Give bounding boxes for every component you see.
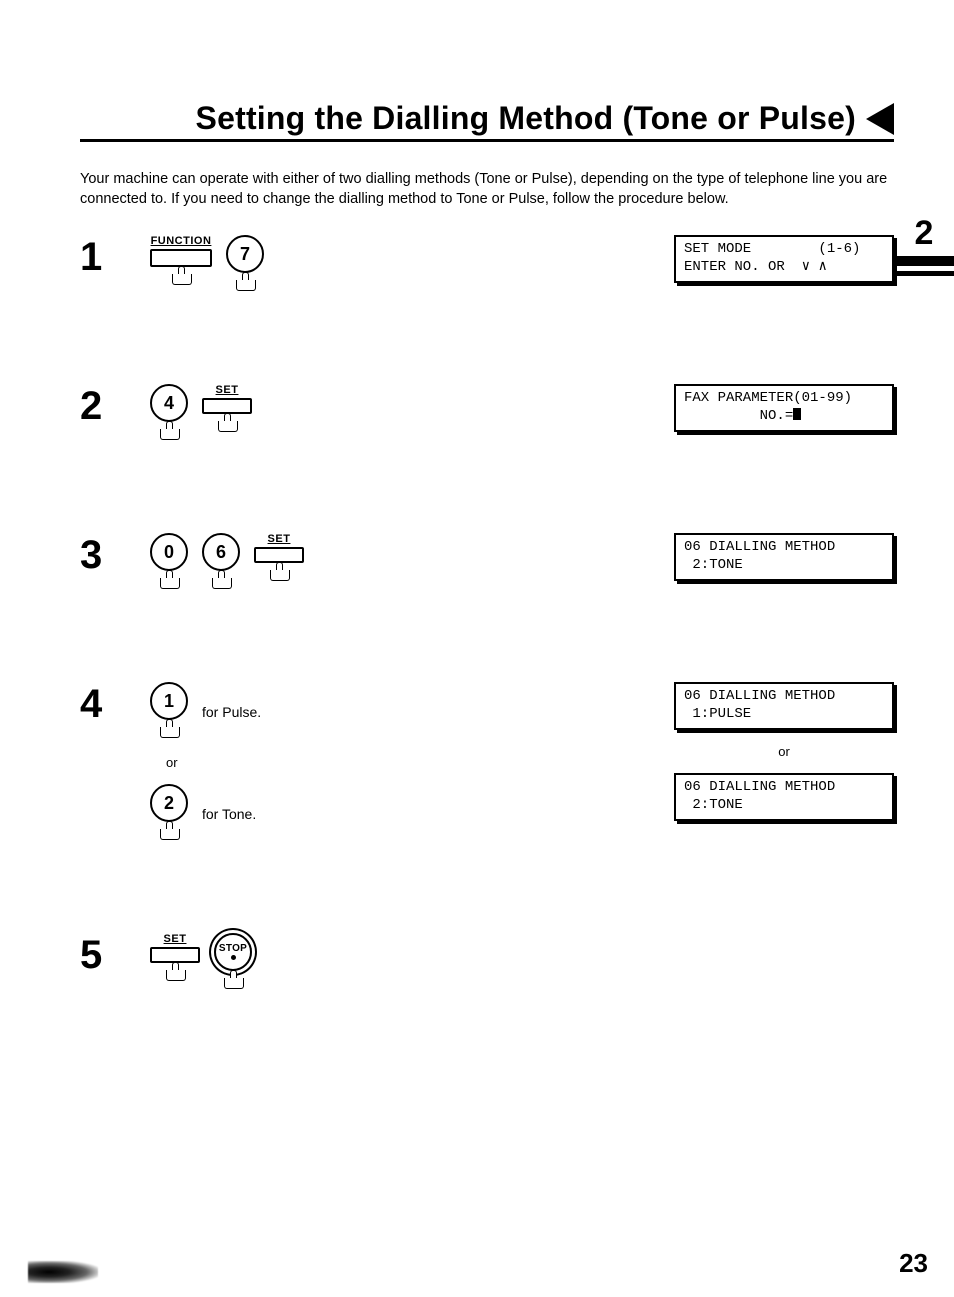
lcd-line: NO.= xyxy=(684,408,793,424)
press-icon xyxy=(169,270,193,288)
keypad-digit: 2 xyxy=(150,784,188,822)
step-4: 4 1 for Pulse. or 2 for Tone. xyxy=(80,682,894,843)
keypad-digit: 1 xyxy=(150,682,188,720)
keypad-digit: 7 xyxy=(226,235,264,273)
press-icon xyxy=(157,574,181,592)
option-label-tone: for Tone. xyxy=(202,806,256,822)
keypad-0: 0 xyxy=(150,533,188,592)
chapter-number: 2 xyxy=(894,216,954,250)
lcd-line: 1:PULSE xyxy=(684,706,751,722)
set-button: SET xyxy=(202,384,252,435)
set-button: SET xyxy=(254,533,304,584)
set-button: SET xyxy=(150,933,200,984)
set-button-label: SET xyxy=(268,533,291,545)
lcd-line: 06 DIALLING METHOD xyxy=(684,688,835,704)
step-number: 4 xyxy=(80,682,150,724)
step-number: 5 xyxy=(80,933,150,975)
press-icon xyxy=(215,417,239,435)
page-number: 23 xyxy=(899,1248,928,1279)
press-icon xyxy=(157,723,181,741)
press-icon xyxy=(267,566,291,584)
set-button-label: SET xyxy=(164,933,187,945)
keypad-7: 7 xyxy=(226,235,264,294)
stop-button-label: STOP xyxy=(219,944,247,954)
cursor-icon xyxy=(793,408,801,420)
option-label-pulse: for Pulse. xyxy=(202,704,261,720)
or-label: or xyxy=(674,744,894,759)
title-bar: Setting the Dialling Method (Tone or Pul… xyxy=(80,100,894,142)
press-icon xyxy=(233,276,257,294)
lcd-line: 06 DIALLING METHOD xyxy=(684,539,835,555)
lcd-line: 2:TONE xyxy=(684,797,743,813)
stop-dot-icon xyxy=(231,955,236,960)
chapter-tab: 2 xyxy=(894,216,954,276)
lcd-line: 06 DIALLING METHOD xyxy=(684,779,835,795)
lcd-display: 06 DIALLING METHOD 1:PULSE xyxy=(674,682,894,730)
step-5: 5 SET STOP xyxy=(80,933,894,992)
keypad-digit: 6 xyxy=(202,533,240,571)
keypad-1: 1 xyxy=(150,682,188,741)
keypad-digit: 0 xyxy=(150,533,188,571)
section-marker-icon xyxy=(866,103,894,135)
press-icon xyxy=(157,425,181,443)
intro-paragraph: Your machine can operate with either of … xyxy=(80,170,894,209)
lcd-line: 2:TONE xyxy=(684,557,743,573)
step-2: 2 4 SET FAX PARAMETER(01-99) NO.= xyxy=(80,384,894,443)
or-label: or xyxy=(166,755,690,770)
step-number: 3 xyxy=(80,533,150,575)
lcd-line: ENTER NO. OR ∨ ∧ xyxy=(684,259,827,275)
keypad-digit: 4 xyxy=(150,384,188,422)
scan-artifact-icon xyxy=(28,1261,98,1283)
step-3: 3 0 6 SET 06 DIALLING METHOD 2:TONE xyxy=(80,533,894,592)
function-button: FUNCTION xyxy=(150,235,212,288)
press-icon xyxy=(209,574,233,592)
tab-bar-icon xyxy=(894,271,954,276)
press-icon xyxy=(221,974,245,992)
tab-bar-icon xyxy=(894,256,954,266)
keypad-4: 4 xyxy=(150,384,188,443)
page-title: Setting the Dialling Method (Tone or Pul… xyxy=(196,100,856,137)
press-icon xyxy=(157,825,181,843)
set-button-label: SET xyxy=(216,384,239,396)
lcd-display: SET MODE (1-6) ENTER NO. OR ∨ ∧ xyxy=(674,235,894,283)
lcd-display: 06 DIALLING METHOD 2:TONE xyxy=(674,773,894,821)
press-icon xyxy=(163,966,187,984)
step-number: 1 xyxy=(80,235,150,277)
lcd-display: FAX PARAMETER(01-99) NO.= xyxy=(674,384,894,432)
stop-button: STOP xyxy=(214,933,252,992)
lcd-display: 06 DIALLING METHOD 2:TONE xyxy=(674,533,894,581)
lcd-line: FAX PARAMETER(01-99) xyxy=(684,390,852,406)
step-number: 2 xyxy=(80,384,150,426)
keypad-6: 6 xyxy=(202,533,240,592)
function-button-label: FUNCTION xyxy=(151,235,212,247)
lcd-line: SET MODE (1-6) xyxy=(684,241,860,257)
keypad-2: 2 xyxy=(150,784,188,843)
step-1: 1 FUNCTION 7 SET MODE (1-6) ENTER NO. OR… xyxy=(80,235,894,294)
